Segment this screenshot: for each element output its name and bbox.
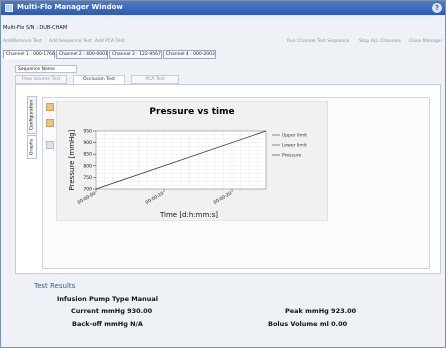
tab-occlusion-test[interactable]: Occlusion Test — [73, 75, 125, 84]
chart-tool-icon[interactable] — [46, 103, 54, 111]
graphs-tab-label: Graphs — [29, 138, 35, 156]
window-title: Multi-Flo Manager Window — [17, 3, 123, 11]
add-sequence-test-button[interactable]: Add Sequence Test — [49, 39, 92, 44]
title-bar: Multi-Flo Manager Window ? — [1, 1, 445, 15]
x-axis-label: Time [d:h:mm:s] — [159, 211, 218, 219]
chart-export-icon[interactable] — [46, 119, 54, 127]
chart-title: Pressure vs time — [149, 107, 234, 117]
tab-graphs[interactable]: Graphs — [27, 135, 37, 159]
help-icon[interactable]: ? — [432, 3, 442, 13]
legend-label: Upper limit — [282, 133, 307, 139]
tab-configuration[interactable]: Configuration — [27, 96, 37, 134]
y-tick-label: 850 — [83, 152, 92, 158]
stop-all-button[interactable]: Stop ALL Channels — [359, 39, 401, 44]
y-tick-label: 700 — [83, 187, 92, 193]
device-label: Multi-Flo S/N : DUB-CHAM — [3, 25, 68, 31]
results-title: Test Results — [34, 282, 76, 290]
legend-label: Lower limit — [282, 143, 307, 149]
y-tick-label: 750 — [83, 175, 92, 181]
tab-channel-3[interactable]: Channel 3 : 122-9567 — [109, 50, 162, 59]
legend-label: Pressure — [282, 153, 301, 159]
y-tick-label: 950 — [83, 129, 92, 135]
pressure-chart: Pressure vs time 95090085080075070000:00… — [56, 101, 328, 221]
tab-channel-2[interactable]: Channel 2 : 400-0001 — [56, 50, 108, 59]
bolus-volume: Bolus Volume ml 0.00 — [268, 320, 348, 328]
toolbar: Add/Remove Test Add Sequence Test Add PC… — [3, 37, 443, 47]
current-pressure: Current mmHg 930.00 — [71, 307, 153, 315]
manager-window: Multi-Flo Manager Window ? Multi-Flo S/N… — [0, 0, 446, 348]
run-sequence-button[interactable]: Run Channel Test Sequence — [287, 39, 349, 44]
app-icon — [5, 4, 13, 12]
y-tick-label: 900 — [83, 140, 92, 146]
add-remove-test-button[interactable]: Add/Remove Test — [3, 39, 42, 44]
tab-channel-1[interactable]: Channel 1 : 000-1766 — [3, 50, 55, 59]
tab-channel-4[interactable]: Channel 4 : 000-2003 — [163, 50, 216, 59]
tab-flow-volume-test[interactable]: Flow Volume Test — [15, 75, 67, 84]
tab-pca-test[interactable]: PCA Test — [131, 75, 179, 84]
backoff-pressure: Back-off mmHg N/A — [72, 320, 143, 328]
configuration-tab-label: Configuration — [29, 99, 35, 131]
chart-option-icon[interactable] — [46, 141, 54, 149]
y-axis-label: Pressure [mmHg] — [68, 129, 76, 190]
pump-type: Infusion Pump Type Manual — [57, 295, 158, 303]
sequence-name-field[interactable]: Sequence Name — [15, 65, 77, 73]
y-tick-label: 800 — [83, 163, 92, 169]
add-pca-test-button[interactable]: Add PCA Test — [95, 39, 124, 44]
peak-pressure: Peak mmHg 923.00 — [285, 307, 357, 315]
close-manager-button[interactable]: Close Manager — [409, 39, 442, 44]
